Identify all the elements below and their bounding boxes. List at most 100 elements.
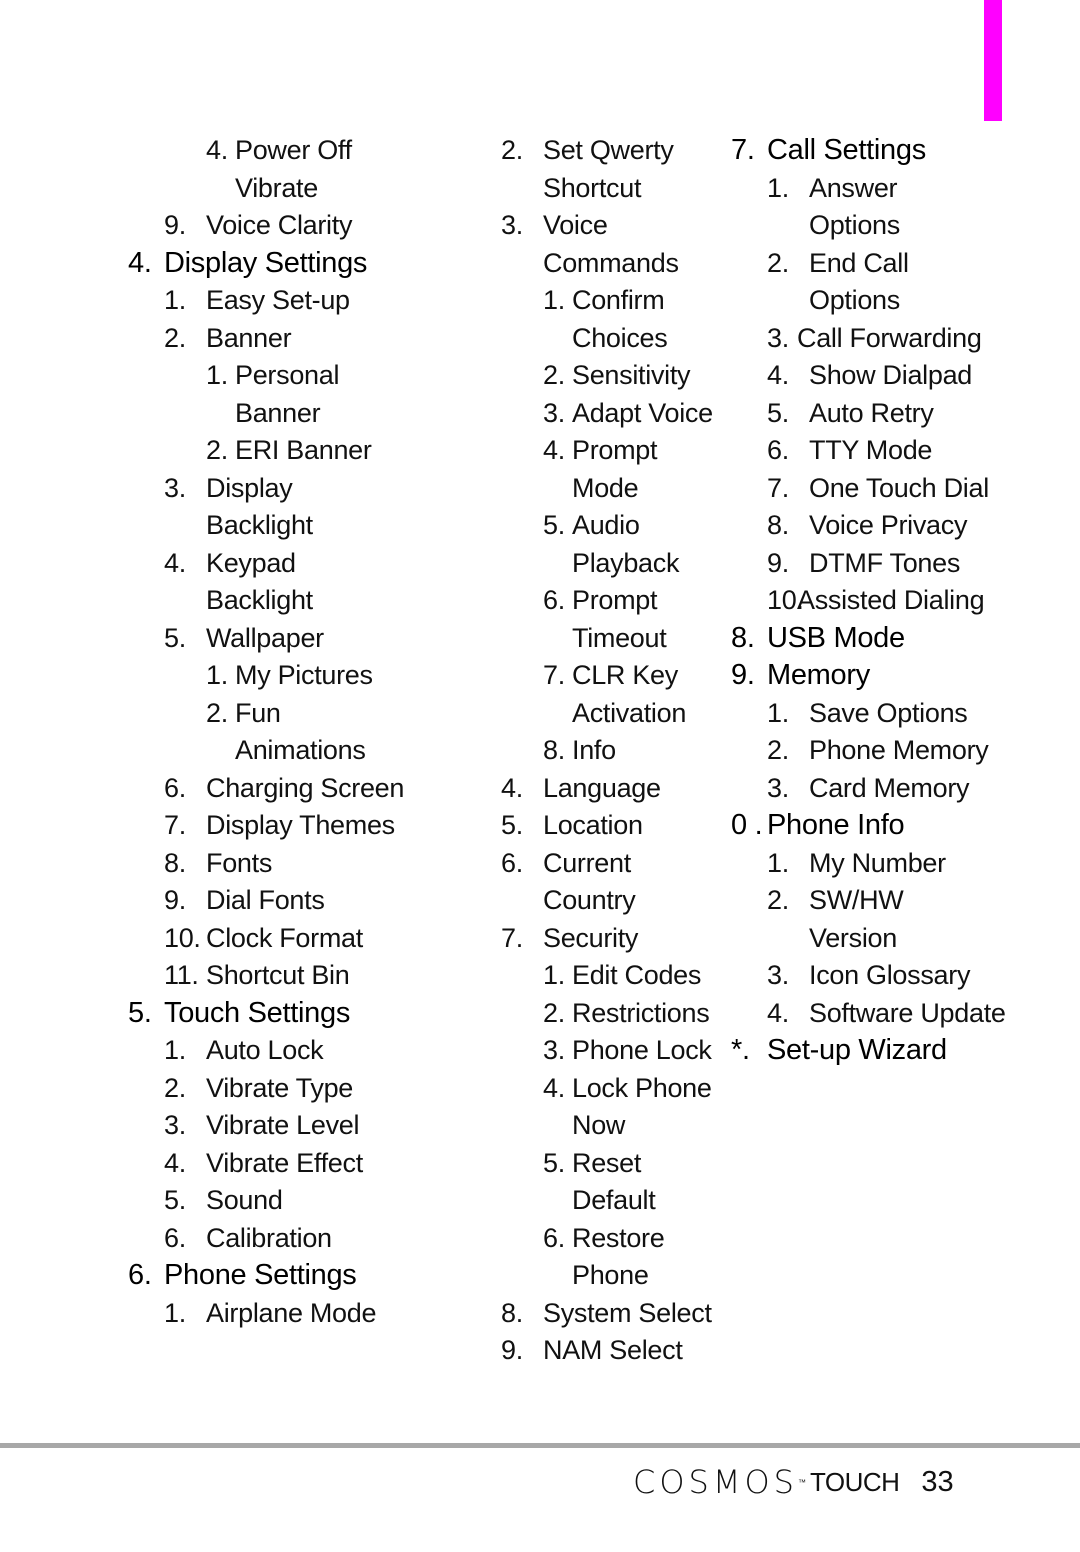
- item-label: One Touch Dial: [809, 472, 989, 503]
- item-label: USB Mode: [767, 621, 905, 654]
- item-label: Prompt: [572, 585, 658, 615]
- item-number: 6.: [543, 1222, 565, 1253]
- item-number: 9.: [731, 659, 755, 691]
- item-number: 4.: [543, 435, 565, 465]
- item-number: 8.: [543, 735, 565, 765]
- item-number: 0 .: [731, 809, 763, 841]
- item-label: End Call: [809, 247, 909, 278]
- item-label: Security: [543, 922, 639, 953]
- item-label: Choices: [572, 322, 668, 353]
- item-label: Backlight: [206, 510, 313, 540]
- item-number: 5.: [164, 1185, 186, 1215]
- item-number: 2.: [767, 885, 789, 915]
- item-label: CLR Key: [572, 660, 678, 690]
- item-number: 1.: [767, 697, 789, 728]
- item-label: Timeout: [572, 622, 667, 653]
- item-label: Restrictions: [572, 997, 710, 1028]
- item-label: Country: [543, 885, 636, 915]
- item-number: 8.: [767, 510, 789, 540]
- item-number: 6.: [128, 1259, 152, 1291]
- item-label: Wallpaper: [206, 622, 324, 653]
- product-name: TOUCH: [809, 1466, 900, 1497]
- item-label: Airplane Mode: [206, 1297, 377, 1328]
- item-label: Vibrate Type: [206, 1072, 354, 1103]
- item-label: TTY Mode: [809, 435, 933, 465]
- chapter-tab-marker: [984, 0, 1002, 121]
- item-label: Calibration: [206, 1222, 332, 1253]
- item-label: Prompt: [572, 435, 658, 465]
- item-label: Set-up Wizard: [767, 1034, 947, 1066]
- item-label: Info: [572, 735, 616, 765]
- page-number: 33: [921, 1465, 954, 1498]
- item-number: 7.: [767, 472, 789, 503]
- item-number: 7.: [164, 810, 186, 840]
- item-number: 6.: [543, 585, 565, 615]
- item-label: Shortcut: [543, 172, 642, 203]
- item-label: Set Qwerty: [543, 135, 674, 165]
- item-label: Edit Codes: [572, 960, 702, 990]
- item-number: 3.: [501, 210, 523, 240]
- item-label: Default: [572, 1185, 656, 1215]
- item-label: Display Themes: [206, 810, 395, 840]
- item-number: 9.: [164, 210, 186, 240]
- item-label: Restore: [572, 1222, 665, 1253]
- item-label: Dial Fonts: [206, 885, 325, 915]
- item-number: 2.: [164, 322, 186, 353]
- item-label: Language: [543, 772, 661, 803]
- item-label: Touch Settings: [164, 996, 351, 1029]
- item-number: 6.: [164, 1222, 186, 1253]
- item-number: *.: [731, 1034, 750, 1066]
- item-number: 1.: [767, 172, 789, 203]
- item-label: Adapt Voice: [572, 397, 713, 428]
- item-number: 4.: [501, 772, 523, 803]
- item-number: 8.: [501, 1297, 523, 1328]
- item-number: 5.: [543, 510, 565, 540]
- item-number: 6.: [164, 772, 186, 803]
- item-label: Phone Settings: [164, 1259, 357, 1291]
- item-label: Phone Memory: [809, 735, 989, 765]
- footer-divider: [0, 1443, 1080, 1448]
- item-number: 8.: [731, 621, 755, 654]
- item-number: 11.: [164, 960, 199, 990]
- item-number: 4.: [767, 360, 789, 390]
- item-label: Clock Format: [206, 922, 363, 953]
- item-label: ERI Banner: [235, 435, 372, 465]
- item-number: 6.: [767, 435, 789, 465]
- item-label: Memory: [767, 659, 870, 691]
- item-label: Voice Clarity: [206, 210, 353, 240]
- item-label: Keypad: [206, 547, 296, 578]
- item-label: Save Options: [809, 697, 968, 728]
- item-number: 5.: [767, 397, 789, 428]
- item-number: 2.: [206, 435, 228, 465]
- item-number: 4.: [128, 246, 152, 279]
- item-label: Phone Lock: [572, 1035, 712, 1065]
- item-label: Icon Glossary: [809, 960, 971, 990]
- item-number: 5.: [128, 996, 152, 1029]
- item-label: Card Memory: [809, 772, 970, 803]
- item-number: 4.: [543, 1072, 565, 1103]
- item-number: 9.: [501, 1335, 523, 1365]
- item-label: Mode: [572, 472, 639, 503]
- item-label: Display Settings: [164, 246, 368, 279]
- item-label: SW/HW: [809, 885, 904, 915]
- item-label: Banner: [206, 322, 292, 353]
- item-number: 1.: [767, 847, 789, 878]
- item-label: Display: [206, 472, 293, 503]
- item-label: Animations: [235, 735, 366, 765]
- item-number: 4.: [767, 997, 789, 1028]
- item-label: Options: [809, 210, 900, 240]
- item-label: Confirm: [572, 285, 665, 315]
- item-label: DTMF Tones: [809, 547, 961, 578]
- item-label: Shortcut Bin: [206, 960, 350, 990]
- item-label: System Select: [543, 1297, 712, 1328]
- page-footer: COSMOS ™ TOUCH 33: [633, 1462, 954, 1502]
- item-label: Vibrate Level: [206, 1110, 360, 1140]
- item-number: 1.: [164, 285, 186, 315]
- item-label: Sound: [206, 1185, 283, 1215]
- item-label: Lock Phone: [572, 1072, 712, 1103]
- item-number: 4.: [164, 547, 186, 578]
- item-number: 7.: [543, 660, 565, 690]
- item-number: 7.: [501, 922, 523, 953]
- item-label: Playback: [572, 547, 680, 578]
- item-label: Audio: [572, 510, 640, 540]
